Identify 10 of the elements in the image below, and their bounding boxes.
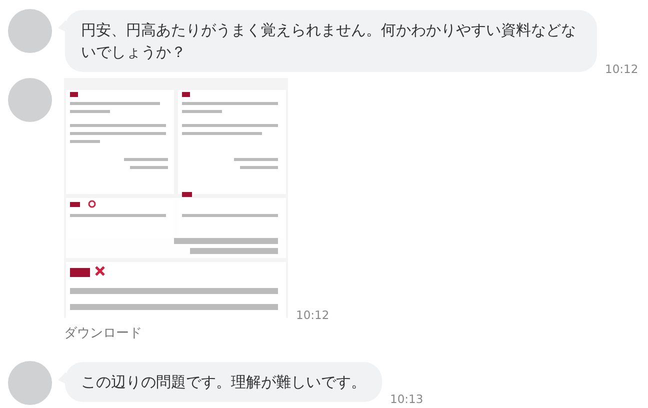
document-image-drawing[interactable]	[64, 78, 288, 318]
message-time: 10:12	[296, 308, 330, 322]
avatar-placeholder	[8, 78, 52, 122]
avatar-placeholder	[8, 361, 52, 405]
download-link[interactable]: ダウンロード	[64, 324, 330, 342]
message-bubble: この辺りの問題です。理解が難しいです。	[65, 362, 382, 402]
avatar-placeholder	[8, 9, 52, 53]
message-time: 10:13	[390, 392, 424, 406]
message-bubble: 円安、円高あたりがうまく覚えられません。何かわかりやすい資料などないでしょうか？	[65, 10, 597, 72]
message-time: 10:12	[605, 62, 638, 76]
